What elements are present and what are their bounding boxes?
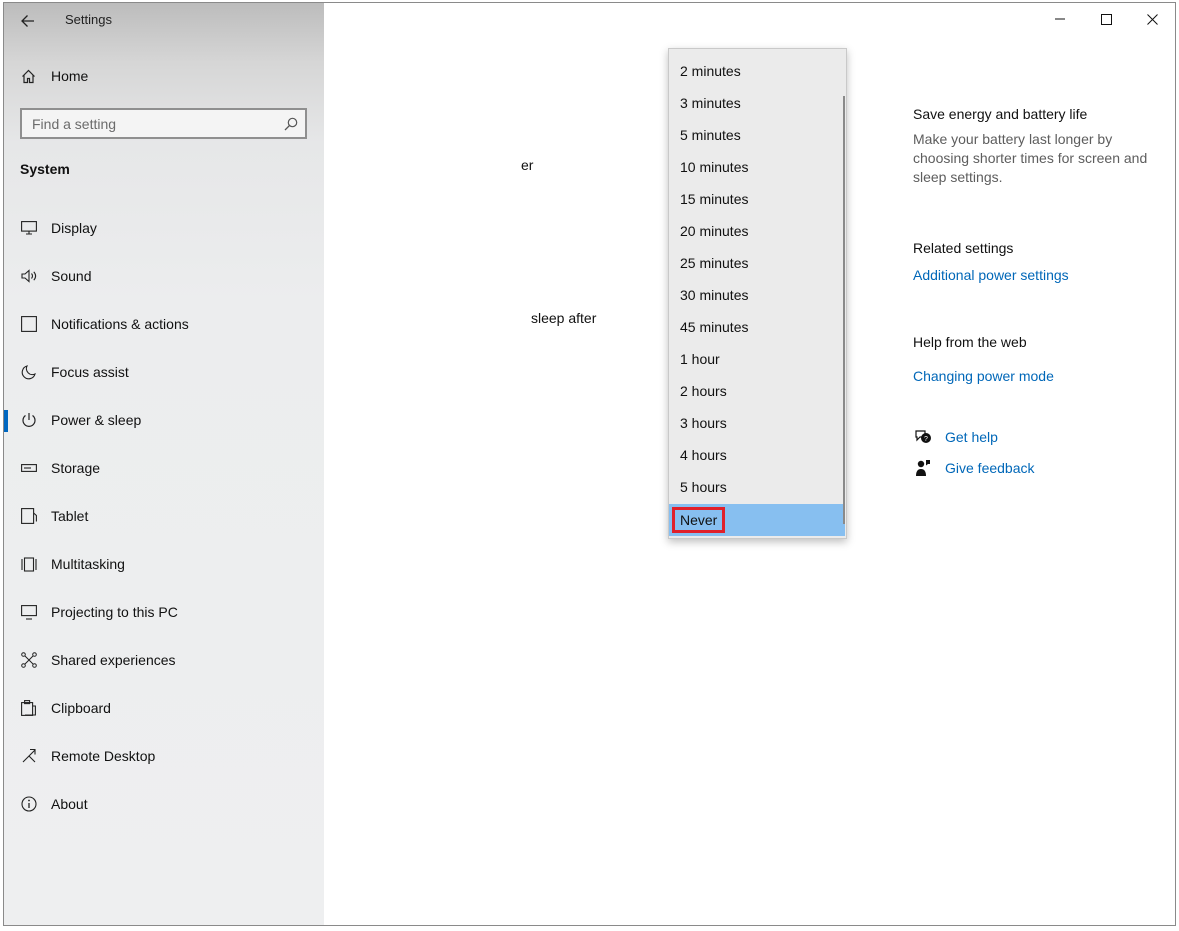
- sidebar-item-label: Sound: [51, 268, 92, 284]
- dropdown-option-25-minutes[interactable]: 25 minutes: [669, 247, 845, 279]
- close-button[interactable]: [1129, 3, 1175, 35]
- search-icon[interactable]: [284, 117, 298, 131]
- dropdown-option-30-minutes[interactable]: 30 minutes: [669, 279, 845, 311]
- dropdown-scrollbar[interactable]: [843, 96, 845, 524]
- home-nav-item[interactable]: Home: [20, 63, 88, 89]
- sleep-timeout-label-partial: sleep after: [531, 310, 597, 326]
- notifications-icon: [20, 316, 37, 333]
- settings-window: Settings Home System Display Sound: [3, 2, 1176, 926]
- changing-power-mode-link[interactable]: Changing power mode: [913, 368, 1163, 384]
- timeout-dropdown-list[interactable]: 2 minutes 3 minutes 5 minutes 10 minutes…: [668, 48, 847, 539]
- dropdown-option-15-minutes[interactable]: 15 minutes: [669, 183, 845, 215]
- dropdown-option-4-hours[interactable]: 4 hours: [669, 439, 845, 471]
- sidebar-item-storage[interactable]: Storage: [4, 444, 324, 492]
- display-icon: [20, 220, 37, 237]
- get-help-link[interactable]: Get help: [945, 429, 998, 445]
- search-input[interactable]: [22, 110, 292, 137]
- app-title: Settings: [65, 12, 112, 27]
- sidebar-item-label: Power & sleep: [51, 412, 142, 428]
- give-feedback-link[interactable]: Give feedback: [945, 460, 1035, 476]
- sidebar-item-power-sleep[interactable]: Power & sleep: [4, 396, 324, 444]
- sidebar-item-label: Notifications & actions: [51, 316, 189, 332]
- home-icon: [20, 68, 36, 84]
- tablet-icon: [20, 508, 37, 525]
- give-feedback-row[interactable]: Give feedback: [913, 458, 1163, 478]
- info-icon: [20, 796, 37, 813]
- right-panel: Save energy and battery life Make your b…: [913, 106, 1163, 478]
- screen-timeout-label-partial: er: [521, 157, 534, 173]
- sidebar-item-label: Storage: [51, 460, 101, 476]
- dropdown-option-3-hours[interactable]: 3 hours: [669, 407, 845, 439]
- clipboard-icon: [20, 700, 37, 717]
- sidebar-item-label: Multitasking: [51, 556, 125, 572]
- sound-icon: [20, 268, 37, 285]
- dropdown-option-1-hour[interactable]: 1 hour: [669, 343, 845, 375]
- sidebar-item-notifications[interactable]: Notifications & actions: [4, 300, 324, 348]
- dropdown-option-5-minutes[interactable]: 5 minutes: [669, 119, 845, 151]
- sidebar-item-label: Shared experiences: [51, 652, 176, 668]
- content-area: er sleep after Save energy and battery l…: [324, 3, 1175, 925]
- minimize-icon: [1055, 18, 1065, 20]
- svg-text:?: ?: [924, 436, 928, 443]
- projecting-icon: [20, 604, 37, 621]
- sidebar-item-display[interactable]: Display: [4, 204, 324, 252]
- sidebar-item-tablet[interactable]: Tablet: [4, 492, 324, 540]
- home-label: Home: [51, 68, 89, 84]
- save-energy-heading: Save energy and battery life: [913, 106, 1088, 122]
- sidebar: Settings Home System Display Sound: [4, 3, 324, 925]
- dropdown-option-45-minutes[interactable]: 45 minutes: [669, 311, 845, 343]
- remote-desktop-icon: [20, 748, 37, 765]
- sidebar-item-about[interactable]: About: [4, 780, 324, 828]
- close-icon: [1146, 13, 1158, 25]
- additional-power-settings-link[interactable]: Additional power settings: [913, 267, 1163, 283]
- moon-icon: [20, 364, 37, 381]
- back-button[interactable]: [14, 7, 42, 35]
- feedback-icon: [913, 458, 933, 478]
- storage-icon: [20, 460, 37, 477]
- sidebar-item-sound[interactable]: Sound: [4, 252, 324, 300]
- sidebar-nav: Display Sound Notifications & actions Fo…: [4, 204, 324, 828]
- dropdown-option-never[interactable]: Never: [669, 504, 845, 536]
- help-heading: Help from the web: [913, 334, 1027, 350]
- power-icon: [20, 412, 37, 429]
- dropdown-option-2-minutes[interactable]: 2 minutes: [669, 55, 845, 87]
- sidebar-item-multitasking[interactable]: Multitasking: [4, 540, 324, 588]
- sidebar-item-projecting[interactable]: Projecting to this PC: [4, 588, 324, 636]
- sidebar-item-label: Display: [51, 220, 97, 236]
- sidebar-item-label: Clipboard: [51, 700, 111, 716]
- sidebar-item-label: Tablet: [51, 508, 89, 524]
- sidebar-item-remote-desktop[interactable]: Remote Desktop: [4, 732, 324, 780]
- search-box[interactable]: [20, 108, 307, 139]
- sidebar-item-clipboard[interactable]: Clipboard: [4, 684, 324, 732]
- save-energy-description: Make your battery last longer by choosin…: [913, 131, 1148, 185]
- dropdown-option-10-minutes[interactable]: 10 minutes: [669, 151, 845, 183]
- back-arrow-icon: [21, 15, 34, 27]
- sidebar-item-label: About: [51, 796, 88, 812]
- sidebar-item-label: Focus assist: [51, 364, 129, 380]
- dropdown-option-5-hours[interactable]: 5 hours: [669, 471, 845, 503]
- section-title: System: [20, 161, 70, 177]
- chat-help-icon: ?: [913, 427, 933, 447]
- maximize-icon: [1100, 13, 1112, 25]
- window-controls: [1037, 3, 1175, 35]
- minimize-button[interactable]: [1037, 3, 1083, 35]
- shared-icon: [20, 652, 37, 669]
- dropdown-option-20-minutes[interactable]: 20 minutes: [669, 215, 845, 247]
- dropdown-option-2-hours[interactable]: 2 hours: [669, 375, 845, 407]
- sidebar-item-label: Projecting to this PC: [51, 604, 178, 620]
- related-settings-heading: Related settings: [913, 240, 1014, 256]
- sidebar-item-label: Remote Desktop: [51, 748, 156, 764]
- sidebar-item-shared-experiences[interactable]: Shared experiences: [4, 636, 324, 684]
- dropdown-option-3-minutes[interactable]: 3 minutes: [669, 87, 845, 119]
- get-help-row[interactable]: ? Get help: [913, 427, 1163, 447]
- never-option-annotation-box: Never: [672, 507, 726, 533]
- sidebar-item-focus-assist[interactable]: Focus assist: [4, 348, 324, 396]
- maximize-button[interactable]: [1083, 3, 1129, 35]
- multitasking-icon: [20, 556, 37, 573]
